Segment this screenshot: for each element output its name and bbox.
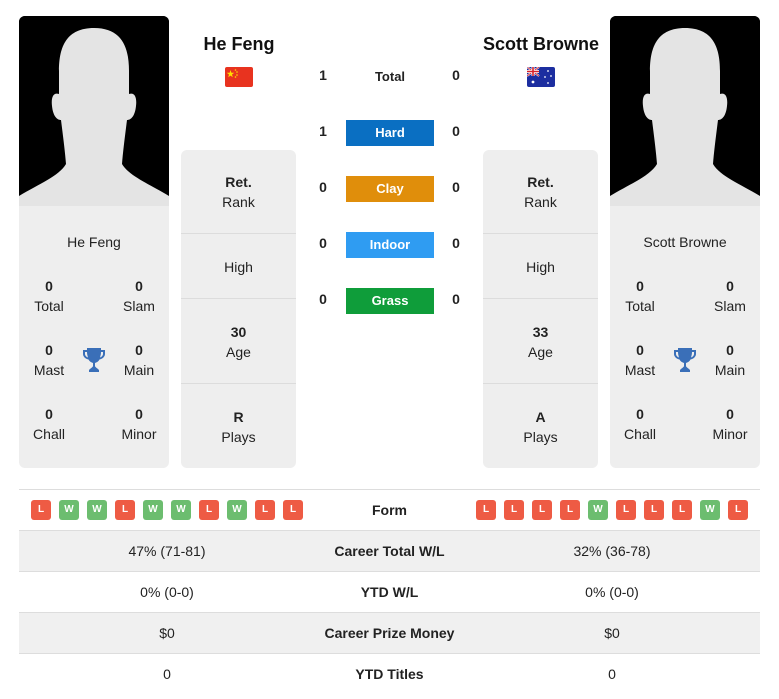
titles-total: 0 Total	[625, 278, 655, 314]
player2-prize-money: $0	[604, 625, 620, 641]
divider	[181, 233, 296, 234]
row-label: YTD Titles	[355, 666, 424, 682]
rank-cell: Ret. Rank	[524, 174, 557, 210]
form-badge-loss[interactable]: L	[672, 500, 692, 520]
h2h-total-left: 1	[319, 67, 327, 83]
h2h-grass-right: 0	[452, 291, 460, 307]
titles-main: 0 Main	[123, 342, 155, 378]
form-badge-loss[interactable]: L	[644, 500, 664, 520]
trophy-icon	[674, 348, 696, 372]
table-row-career-wl: 47% (71-81) Career Total W/L 32% (36-78)	[19, 530, 760, 571]
rank-cell: Ret. Rank	[222, 174, 255, 210]
player2-name-link[interactable]: Scott Browne	[466, 34, 616, 55]
player1-prize-money: $0	[159, 625, 175, 641]
form-badge-loss[interactable]: L	[532, 500, 552, 520]
h2h-clay-right: 0	[452, 179, 460, 195]
titles-main: 0 Main	[714, 342, 746, 378]
h2h-hard-left: 1	[319, 123, 327, 139]
table-row-ytd-titles: 0 YTD Titles 0	[19, 653, 760, 694]
table-row-ytd-wl: 0% (0-0) YTD W/L 0% (0-0)	[19, 571, 760, 612]
titles-total: 0 Total	[34, 278, 64, 314]
surface-grass-badge[interactable]: Grass	[346, 288, 434, 314]
form-badge-loss[interactable]: L	[476, 500, 496, 520]
player1-career-wl: 47% (71-81)	[128, 543, 206, 559]
player1-ytd-titles: 0	[163, 666, 171, 682]
titles-mast: 0 Mast	[624, 342, 656, 378]
form-badge-loss[interactable]: L	[31, 500, 51, 520]
titles-chall: 0 Chall	[33, 406, 65, 442]
h2h-hard-right: 0	[452, 123, 460, 139]
h2h-clay-left: 0	[319, 179, 327, 195]
h2h-total-label: Total	[374, 69, 406, 84]
form-badge-loss[interactable]: L	[728, 500, 748, 520]
high-cell: High	[526, 259, 555, 275]
form-badge-win[interactable]: W	[227, 500, 247, 520]
avatar-silhouette-icon	[19, 16, 169, 216]
player2-photo	[610, 16, 760, 216]
player1-ytd-wl: 0% (0-0)	[140, 584, 194, 600]
titles-minor: 0 Minor	[712, 406, 748, 442]
form-label: Form	[372, 502, 407, 518]
player1-titles-card: He Feng 0 Total 0 Slam 0 Mast 0 Main 0 C…	[19, 216, 169, 468]
h2h-total-right: 0	[452, 67, 460, 83]
plays-cell: R Plays	[221, 409, 256, 445]
form-badge-win[interactable]: W	[171, 500, 191, 520]
form-badge-loss[interactable]: L	[199, 500, 219, 520]
titles-mast: 0 Mast	[33, 342, 65, 378]
row-label: Career Prize Money	[324, 625, 455, 641]
h2h-indoor-left: 0	[319, 235, 327, 251]
form-badge-loss[interactable]: L	[255, 500, 275, 520]
form-badge-loss[interactable]: L	[504, 500, 524, 520]
player2-ytd-wl: 0% (0-0)	[585, 584, 639, 600]
form-badge-win[interactable]: W	[87, 500, 107, 520]
age-cell: 33 Age	[528, 324, 553, 360]
row-label: Career Total W/L	[334, 543, 445, 559]
player2-ytd-titles: 0	[608, 666, 616, 682]
form-badge-win[interactable]: W	[59, 500, 79, 520]
titles-slam: 0 Slam	[714, 278, 746, 314]
divider	[483, 298, 598, 299]
player2-career-wl: 32% (36-78)	[573, 543, 651, 559]
divider	[181, 383, 296, 384]
player1-info-panel: Ret. Rank High 30 Age R Plays	[181, 150, 296, 468]
player2-card-name: Scott Browne	[643, 234, 727, 250]
divider	[181, 298, 296, 299]
h2h-indoor-right: 0	[452, 235, 460, 251]
divider	[483, 233, 598, 234]
form-badge-loss[interactable]: L	[560, 500, 580, 520]
titles-chall: 0 Chall	[624, 406, 656, 442]
player1-photo	[19, 16, 169, 216]
form-badge-loss[interactable]: L	[616, 500, 636, 520]
form-badge-win[interactable]: W	[143, 500, 163, 520]
titles-slam: 0 Slam	[123, 278, 155, 314]
player2-info-panel: Ret. Rank High 33 Age A Plays	[483, 150, 598, 468]
high-cell: High	[224, 259, 253, 275]
surface-hard-badge[interactable]: Hard	[346, 120, 434, 146]
china-flag-icon	[225, 67, 253, 87]
form-badge-win[interactable]: W	[588, 500, 608, 520]
row-label: YTD W/L	[360, 584, 419, 600]
h2h-grass-left: 0	[319, 291, 327, 307]
trophy-icon	[83, 348, 105, 372]
titles-minor: 0 Minor	[121, 406, 157, 442]
form-badge-loss[interactable]: L	[115, 500, 135, 520]
avatar-silhouette-icon	[610, 16, 760, 216]
form-badge-loss[interactable]: L	[283, 500, 303, 520]
form-badge-win[interactable]: W	[700, 500, 720, 520]
player1-name-link[interactable]: He Feng	[164, 34, 314, 55]
age-cell: 30 Age	[226, 324, 251, 360]
player2-titles-card: Scott Browne 0 Total 0 Slam 0 Mast 0 Mai…	[610, 216, 760, 468]
plays-cell: A Plays	[523, 409, 558, 445]
player1-card-name: He Feng	[67, 234, 121, 250]
australia-flag-icon	[527, 67, 555, 87]
surface-clay-badge[interactable]: Clay	[346, 176, 434, 202]
table-row-prize-money: $0 Career Prize Money $0	[19, 612, 760, 653]
divider	[483, 383, 598, 384]
surface-indoor-badge[interactable]: Indoor	[346, 232, 434, 258]
